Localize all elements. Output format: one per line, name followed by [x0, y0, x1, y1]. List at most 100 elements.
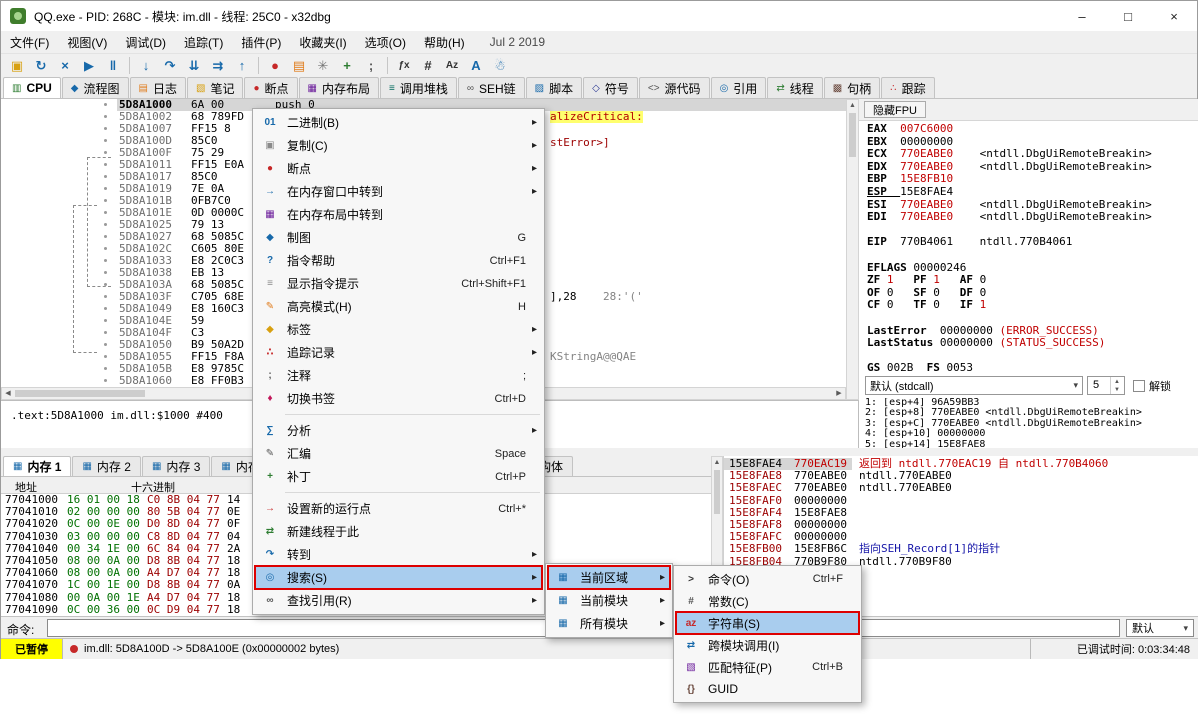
tab-handles[interactable]: ▩句柄 [824, 77, 880, 98]
snowman-icon[interactable]: ☃ [488, 55, 512, 76]
stepper-up-icon[interactable]: ▲ [1114, 378, 1120, 386]
scrollbar-thumb[interactable] [714, 470, 720, 514]
menubar-item-plugins[interactable]: 插件(P) [232, 31, 290, 53]
case-sensitive-icon[interactable]: Az [440, 55, 464, 76]
tab-notes[interactable]: ▧笔记 [187, 77, 243, 98]
argument-count-stepper[interactable]: 5 ▲ ▼ [1087, 376, 1125, 395]
menubar-item-view[interactable]: 视图(V) [58, 31, 116, 53]
step-over-icon[interactable]: ↷ [158, 55, 182, 76]
scroll-up-icon[interactable]: ▲ [712, 457, 722, 468]
menubar-item-file[interactable]: 文件(F) [1, 31, 58, 53]
register-line[interactable]: LastStatus 00000000 (STATUS_SUCCESS) [867, 337, 1105, 350]
menu-item-command-search[interactable]: >命令(O)Ctrl+F [676, 568, 859, 590]
tab-memory-map[interactable]: ▦内存布局 [299, 77, 379, 98]
step-into-icon[interactable]: ↓ [134, 55, 158, 76]
menu-item-highlighting-mode[interactable]: ✎高亮模式(H)H [255, 295, 542, 318]
calling-convention-select[interactable]: 默认 (stdcall) ▾ [865, 376, 1083, 395]
tab-trace-tab[interactable]: ∴跟踪 [881, 77, 934, 98]
stack-row[interactable]: 15E8FAEC770EABE0ntdll.770EABE0 [724, 482, 1198, 494]
menu-item-constant[interactable]: #常数(C) [676, 590, 859, 612]
run-to-return-icon[interactable]: ↑ [230, 55, 254, 76]
menu-item-analysis[interactable]: ∑分析▸ [255, 419, 542, 442]
register-line[interactable]: EDI 770EABE0 <ntdll.DbgUiRemoteBreakin> [867, 211, 1152, 224]
tab-cpu[interactable]: ▥CPU [3, 77, 61, 98]
menu-item-goto[interactable]: ↷转到▸ [255, 543, 542, 566]
comment-toolbar-icon[interactable]: ; [359, 55, 383, 76]
stepper-arrows[interactable]: ▲ ▼ [1110, 377, 1123, 394]
stepper-down-icon[interactable]: ▼ [1114, 386, 1120, 394]
scrollbar-thumb[interactable] [849, 113, 856, 157]
menubar-item-favourites[interactable]: 收藏夹(I) [290, 31, 355, 53]
gears-icon[interactable]: ✳ [311, 55, 335, 76]
open-file-icon[interactable]: ▣ [5, 55, 29, 76]
tab-dump-1[interactable]: ▦内存 1 [3, 456, 71, 476]
menu-item-set-new-origin[interactable]: →设置新的运行点Ctrl+* [255, 497, 542, 520]
menu-item-current-module[interactable]: ▦当前模块▸ [548, 589, 670, 612]
tab-breakpoints[interactable]: ●断点 [244, 77, 297, 98]
run-icon[interactable]: ▶ [77, 55, 101, 76]
tab-dump-3[interactable]: ▦内存 3 [142, 456, 210, 476]
stack-row[interactable]: 15E8FAF000000000 [724, 495, 1198, 507]
trace-into-icon[interactable]: ⇊ [182, 55, 206, 76]
command-scope-dropdown[interactable]: 默认 ▾ [1126, 619, 1194, 637]
menu-item-binary[interactable]: 01二进制(B)▸ [255, 111, 542, 134]
menu-item-mnemonic-brief[interactable]: ≡显示指令提示Ctrl+Shift+F1 [255, 272, 542, 295]
patch-toolbar-icon[interactable]: + [335, 55, 359, 76]
menu-item-follow-in-dump[interactable]: →在内存窗口中转到▸ [255, 180, 542, 203]
preferences-fx-icon[interactable]: ƒx [392, 55, 416, 76]
menu-item-current-region[interactable]: ▦当前区域▸ [548, 566, 670, 589]
menu-item-all-modules[interactable]: ▦所有模块▸ [548, 612, 670, 635]
menu-item-string-references[interactable]: az字符串(S) [676, 612, 859, 634]
tab-graph[interactable]: ◆流程图 [62, 77, 129, 98]
menu-item-find-references[interactable]: ∞查找引用(R)▸ [255, 589, 542, 612]
menu-item-search[interactable]: ◎搜索(S)▸ [255, 566, 542, 589]
scroll-up-icon[interactable]: ▲ [847, 100, 858, 111]
maximize-button[interactable]: □ [1105, 1, 1151, 31]
tab-seh[interactable]: ∞SEH链 [458, 77, 525, 98]
menu-item-instruction-help[interactable]: ?指令帮助Ctrl+F1 [255, 249, 542, 272]
menu-item-intermodular-calls[interactable]: ⇄跨模块调用(I) [676, 634, 859, 656]
trace-over-icon[interactable]: ⇉ [206, 55, 230, 76]
menu-item-trace-record[interactable]: ∴追踪记录▸ [255, 341, 542, 364]
menu-item-label-item[interactable]: ◆标签▸ [255, 318, 542, 341]
menu-item-follow-in-memory-map[interactable]: ▦在内存布局中转到 [255, 203, 542, 226]
register-line[interactable]: GS 002B FS 0053 [867, 362, 986, 375]
menu-item-guid[interactable]: {}GUID [676, 678, 859, 700]
hide-fpu-button[interactable]: 隐藏FPU [864, 101, 926, 118]
scroll-left-icon[interactable]: ◀ [2, 388, 14, 399]
menu-item-patch[interactable]: +补丁Ctrl+P [255, 465, 542, 488]
record-trace-icon[interactable]: ● [263, 55, 287, 76]
restart-icon[interactable]: ↻ [29, 55, 53, 76]
menubar-item-help[interactable]: 帮助(H) [415, 31, 474, 53]
argument-row[interactable]: 5: [esp+14] 15E8FAE8 [865, 440, 985, 448]
tab-dump-2[interactable]: ▦内存 2 [72, 456, 140, 476]
calculator-icon[interactable]: # [416, 55, 440, 76]
menu-item-pattern[interactable]: ▧匹配特征(P)Ctrl+B [676, 656, 859, 678]
highlight-a-icon[interactable]: A [464, 55, 488, 76]
menu-item-comment[interactable]: ;注释; [255, 364, 542, 387]
tab-script[interactable]: ▨脚本 [526, 77, 582, 98]
registers-pane[interactable]: 隐藏FPU EAX 007C6000EBX 00000000ECX 770EAB… [859, 99, 1198, 448]
horizontal-splitter[interactable] [1, 448, 1198, 456]
register-line[interactable]: CF 0 TF 0 IF 1 [867, 299, 1006, 312]
menubar-item-options[interactable]: 选项(O) [356, 31, 415, 53]
log-toolbar-icon[interactable]: ▤ [287, 55, 311, 76]
scroll-right-icon[interactable]: ▶ [833, 388, 845, 399]
scrollbar-thumb[interactable] [15, 390, 145, 397]
close-debuggee-icon[interactable]: × [53, 55, 77, 76]
tab-log[interactable]: ▤日志 [130, 77, 186, 98]
tab-threads[interactable]: ⇄线程 [767, 77, 822, 98]
menubar-item-debug[interactable]: 调试(D) [116, 31, 175, 53]
unlock-checkbox[interactable] [1133, 380, 1145, 392]
menu-item-toggle-bookmark[interactable]: ♦切换书签Ctrl+D [255, 387, 542, 410]
register-line[interactable]: EIP 770B4061 ntdll.770B4061 [867, 236, 1072, 249]
menu-item-copy[interactable]: ▣复制(C)▸ [255, 134, 542, 157]
tab-symbols[interactable]: ◇符号 [583, 77, 638, 98]
menu-item-graph-item[interactable]: ◆制图G [255, 226, 542, 249]
minimize-button[interactable]: – [1059, 1, 1105, 31]
close-button[interactable]: × [1151, 1, 1197, 31]
tab-call-stack[interactable]: ≡调用堆栈 [380, 77, 457, 98]
menu-item-breakpoint[interactable]: ●断点▸ [255, 157, 542, 180]
tab-source[interactable]: <>源代码 [639, 77, 710, 98]
menu-item-create-thread-here[interactable]: ⇄新建线程于此 [255, 520, 542, 543]
